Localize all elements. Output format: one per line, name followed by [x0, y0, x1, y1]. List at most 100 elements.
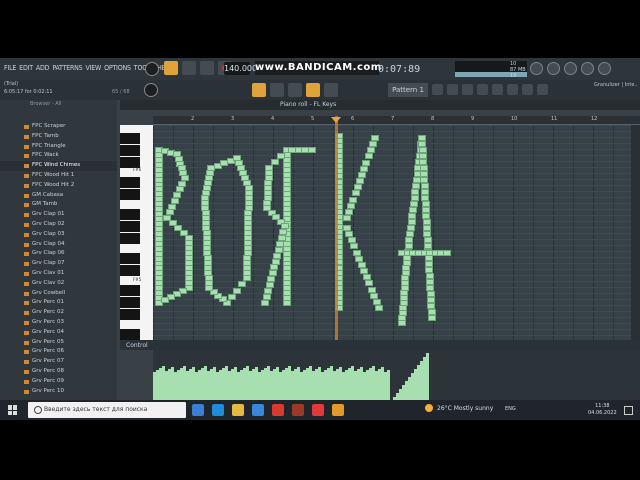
piano-keyboard[interactable]: F#6 F#5: [120, 125, 153, 340]
black-key[interactable]: [120, 145, 140, 156]
browser-item[interactable]: Grv Cowbell: [0, 289, 117, 299]
note[interactable]: [364, 153, 373, 160]
note[interactable]: [409, 201, 418, 207]
note[interactable]: [343, 225, 351, 231]
note[interactable]: [345, 231, 354, 238]
note[interactable]: [366, 147, 375, 154]
browser-item[interactable]: GM Tamb: [0, 200, 117, 210]
fl-studio-icon[interactable]: [332, 404, 344, 416]
note[interactable]: [357, 261, 366, 268]
note[interactable]: [283, 300, 291, 306]
record-icon[interactable]: [522, 84, 533, 95]
note[interactable]: [243, 275, 251, 281]
note[interactable]: [370, 292, 379, 299]
black-key[interactable]: [120, 297, 140, 308]
note[interactable]: [410, 195, 419, 201]
browser-item[interactable]: Grv Clap 01: [0, 210, 117, 220]
note[interactable]: [365, 280, 374, 287]
black-key[interactable]: [120, 133, 140, 144]
stop-button[interactable]: [200, 61, 214, 75]
note[interactable]: [360, 268, 369, 275]
note[interactable]: [261, 300, 269, 306]
browser-item[interactable]: Grv Clav 02: [0, 279, 117, 289]
browser-item[interactable]: Grv Perc 04: [0, 328, 117, 338]
black-key[interactable]: [120, 253, 140, 264]
note[interactable]: [358, 171, 367, 178]
bandicam-icon[interactable]: [312, 404, 324, 416]
note[interactable]: [233, 287, 241, 294]
note[interactable]: [360, 165, 369, 172]
chat-icon[interactable]: [537, 84, 548, 95]
taskbar-search[interactable]: Введите здесь текст для поиска: [28, 402, 186, 418]
loop-tool[interactable]: [288, 83, 302, 97]
mixer-icon[interactable]: [477, 84, 488, 95]
online-icon[interactable]: [530, 62, 543, 75]
browser-item[interactable]: Grv Clap 07: [0, 259, 117, 269]
note[interactable]: [406, 225, 415, 231]
note[interactable]: [161, 297, 169, 303]
note[interactable]: [409, 207, 417, 213]
explorer-icon[interactable]: [232, 404, 244, 416]
black-key[interactable]: [120, 285, 140, 296]
weather-widget[interactable]: 26°C Mostly sunny: [425, 404, 493, 412]
black-key[interactable]: [120, 265, 140, 276]
browser-item[interactable]: Grv Perc 07: [0, 357, 117, 367]
browser-item[interactable]: Grv Perc 10: [0, 387, 117, 397]
note[interactable]: [353, 184, 362, 191]
black-key[interactable]: [120, 233, 140, 244]
news-icon[interactable]: [598, 62, 611, 75]
note[interactable]: [207, 165, 215, 171]
browser-item[interactable]: GM Cabasa: [0, 191, 117, 201]
note[interactable]: [347, 237, 356, 244]
note[interactable]: [403, 255, 411, 261]
task-view-icon[interactable]: [192, 404, 204, 416]
control-label[interactable]: Control: [126, 342, 148, 349]
note[interactable]: [443, 250, 451, 256]
pattern-selector[interactable]: Pattern 1: [388, 83, 428, 97]
browser-item[interactable]: FPC Triangle: [0, 142, 117, 152]
note[interactable]: [404, 243, 413, 249]
note[interactable]: [408, 213, 417, 219]
note-grid[interactable]: [153, 125, 631, 340]
opera-icon[interactable]: [272, 404, 284, 416]
play-button[interactable]: [182, 61, 196, 75]
store-icon[interactable]: [252, 404, 264, 416]
note[interactable]: [355, 255, 364, 262]
browser-item[interactable]: Grv Clap 04: [0, 240, 117, 250]
note[interactable]: [308, 147, 316, 153]
browser-item[interactable]: Grv Perc 05: [0, 338, 117, 348]
note[interactable]: [345, 208, 354, 215]
browser-item[interactable]: Grv Perc 08: [0, 367, 117, 377]
timeline-ruler[interactable]: 2 3 4 5 6 7 8 9 10 11 12: [153, 116, 640, 125]
note[interactable]: [347, 202, 356, 209]
note[interactable]: [411, 189, 420, 195]
tray-language[interactable]: ENG: [505, 406, 516, 412]
browser-item[interactable]: FPC Wood Hit 2: [0, 181, 117, 191]
browser-item[interactable]: Grv Clap 06: [0, 249, 117, 259]
note[interactable]: [343, 215, 351, 221]
browser-item[interactable]: FPC Wood Hit 1: [0, 171, 117, 181]
note[interactable]: [367, 286, 376, 293]
browser-item[interactable]: Grv Perc 03: [0, 318, 117, 328]
menu-file[interactable]: FILE: [4, 64, 16, 72]
note[interactable]: [352, 249, 361, 256]
help-icon[interactable]: [581, 62, 594, 75]
settings-icon[interactable]: [547, 62, 560, 75]
note[interactable]: [372, 298, 381, 305]
menu-edit[interactable]: EDIT: [19, 64, 33, 72]
note[interactable]: [368, 141, 377, 148]
edge-icon[interactable]: [212, 404, 224, 416]
pattern-song-toggle[interactable]: [164, 61, 178, 75]
note[interactable]: [351, 190, 360, 197]
black-key[interactable]: [120, 189, 140, 200]
plugin-icon[interactable]: [507, 84, 518, 95]
note[interactable]: [362, 274, 371, 281]
menu-patterns[interactable]: PATTERNS: [52, 64, 82, 72]
channel-rack-icon[interactable]: [447, 84, 458, 95]
note[interactable]: [349, 196, 358, 203]
playhead-marker-icon[interactable]: [331, 117, 341, 123]
note[interactable]: [371, 135, 379, 141]
note[interactable]: [428, 315, 436, 321]
browser-item[interactable]: Grv Perc 01: [0, 298, 117, 308]
note[interactable]: [406, 231, 414, 237]
